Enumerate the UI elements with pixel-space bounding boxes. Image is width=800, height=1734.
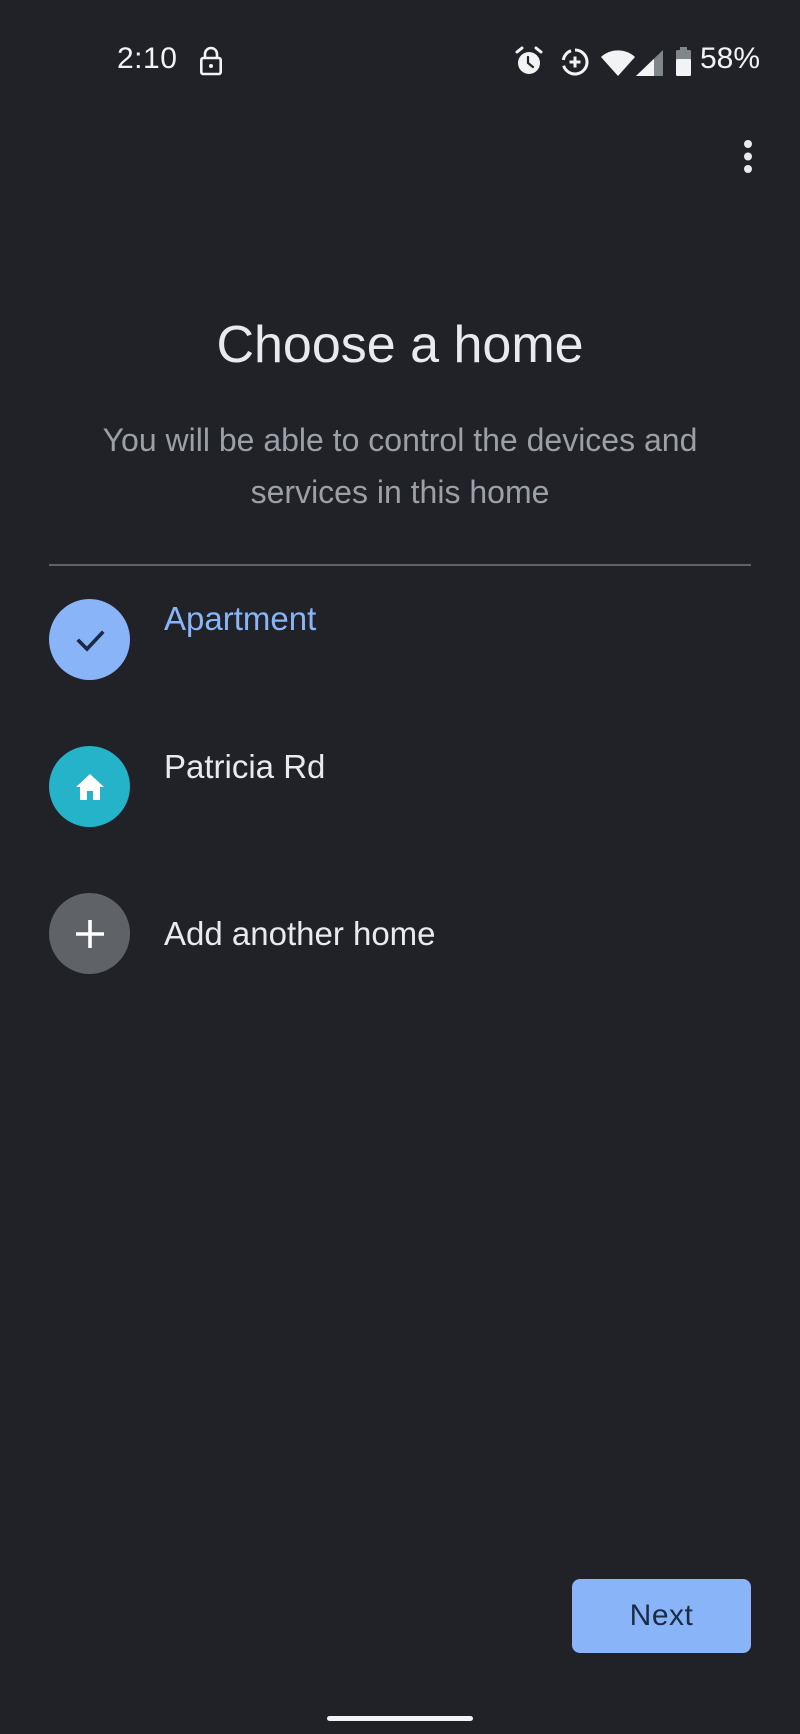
wifi-icon — [601, 50, 635, 76]
home-option-patricia-rd[interactable]: Patricia Rd — [49, 746, 751, 856]
home-label: Apartment — [164, 600, 317, 637]
home-option-apartment[interactable]: Apartment — [49, 599, 751, 709]
divider — [49, 564, 751, 566]
battery-icon — [676, 47, 691, 76]
home-icon — [75, 773, 104, 800]
home-label: Add another home — [164, 915, 436, 952]
next-button[interactable]: Next — [572, 1579, 751, 1653]
page-subtitle: You will be able to control the devices … — [102, 422, 698, 510]
cell-signal-icon — [636, 50, 663, 76]
add-avatar — [49, 893, 130, 974]
add-another-home-button[interactable]: Add another home — [49, 893, 751, 1003]
home-avatar — [49, 746, 130, 827]
plus-icon — [75, 919, 104, 948]
more-vert-icon[interactable] — [733, 138, 763, 178]
alarm-icon — [515, 46, 543, 74]
check-icon — [75, 629, 105, 652]
lock-icon — [199, 46, 222, 76]
selected-avatar — [49, 599, 130, 680]
page-title: Choose a home — [216, 316, 584, 374]
battery-percent: 58% — [700, 42, 761, 75]
status-time: 2:10 — [117, 42, 178, 75]
data-saver-icon — [561, 48, 589, 76]
home-label: Patricia Rd — [164, 748, 326, 785]
gesture-nav-handle[interactable] — [327, 1716, 473, 1721]
